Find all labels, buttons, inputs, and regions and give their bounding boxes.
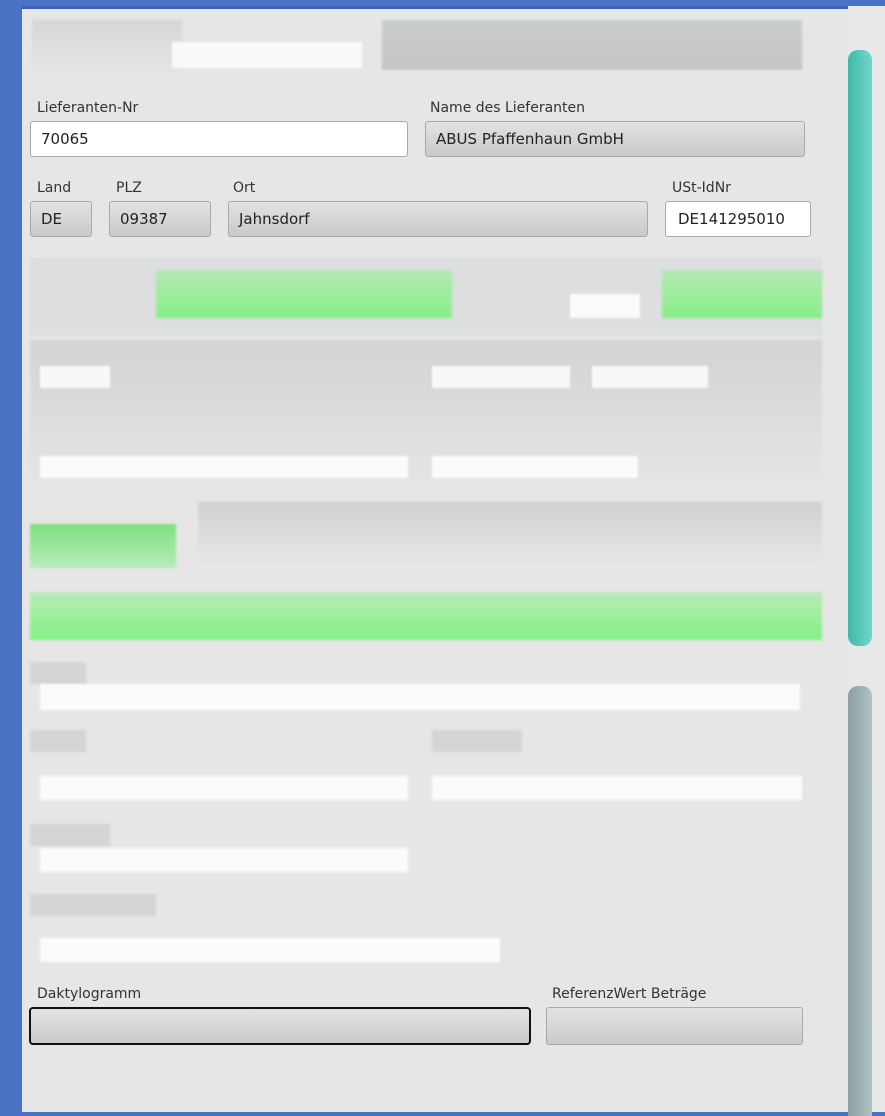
redacted-white-b5 <box>432 456 638 478</box>
reference-value-field[interactable] <box>546 1007 803 1045</box>
redacted-green-field-b <box>662 270 822 318</box>
supplier-number-label: Lieferanten-Nr <box>37 100 139 116</box>
redacted-green-field-c <box>30 524 176 568</box>
fingerprint-label: Daktylogramm <box>37 986 142 1002</box>
redacted-white-a <box>570 294 640 318</box>
redacted-field-g <box>40 938 500 962</box>
redacted-field-e2 <box>432 776 802 800</box>
redacted-label-f <box>30 824 110 846</box>
redacted-field-f <box>40 848 408 872</box>
redacted-header-left <box>32 20 182 82</box>
redacted-white-b1 <box>40 366 110 388</box>
country-field[interactable]: DE <box>30 201 92 237</box>
supplier-name-label: Name des Lieferanten <box>430 100 586 116</box>
redacted-row-c <box>198 502 822 568</box>
redacted-white-b2 <box>432 366 570 388</box>
fingerprint-field[interactable] <box>29 1007 531 1045</box>
supplier-number-field[interactable]: 70065 <box>30 121 408 157</box>
redacted-wide-field-d <box>40 684 800 710</box>
redacted-white-b4 <box>40 456 408 478</box>
form-panel: Lieferanten-Nr 70065 Name des Lieferante… <box>22 6 848 1112</box>
redacted-label-g <box>30 894 156 916</box>
redacted-white-b3 <box>592 366 708 388</box>
zip-label: PLZ <box>116 180 142 196</box>
country-label: Land <box>37 180 72 196</box>
redacted-header-right <box>382 20 802 70</box>
panel-top-border <box>22 6 848 9</box>
redacted-label-e1 <box>30 730 86 752</box>
supplier-name-field[interactable]: ABUS Pfaffenhaun GmbH <box>425 121 805 157</box>
redacted-green-bar <box>30 592 822 640</box>
redacted-label-d <box>30 662 86 684</box>
zip-field[interactable]: 09387 <box>109 201 211 237</box>
city-field[interactable]: Jahnsdorf <box>228 201 648 237</box>
scrollbar-thumb-secondary[interactable] <box>848 686 872 1116</box>
redacted-field-e1 <box>40 776 408 800</box>
reference-value-label: ReferenzWert Beträge <box>552 986 707 1002</box>
city-label: Ort <box>233 180 256 196</box>
redacted-label-e2 <box>432 730 522 752</box>
scrollbar-thumb-primary[interactable] <box>848 50 872 646</box>
vat-id-label: USt-IdNr <box>672 180 731 196</box>
redacted-header-left-field <box>172 42 362 68</box>
vat-id-field[interactable]: DE141295010 <box>665 201 811 237</box>
redacted-green-field-a <box>156 270 452 318</box>
